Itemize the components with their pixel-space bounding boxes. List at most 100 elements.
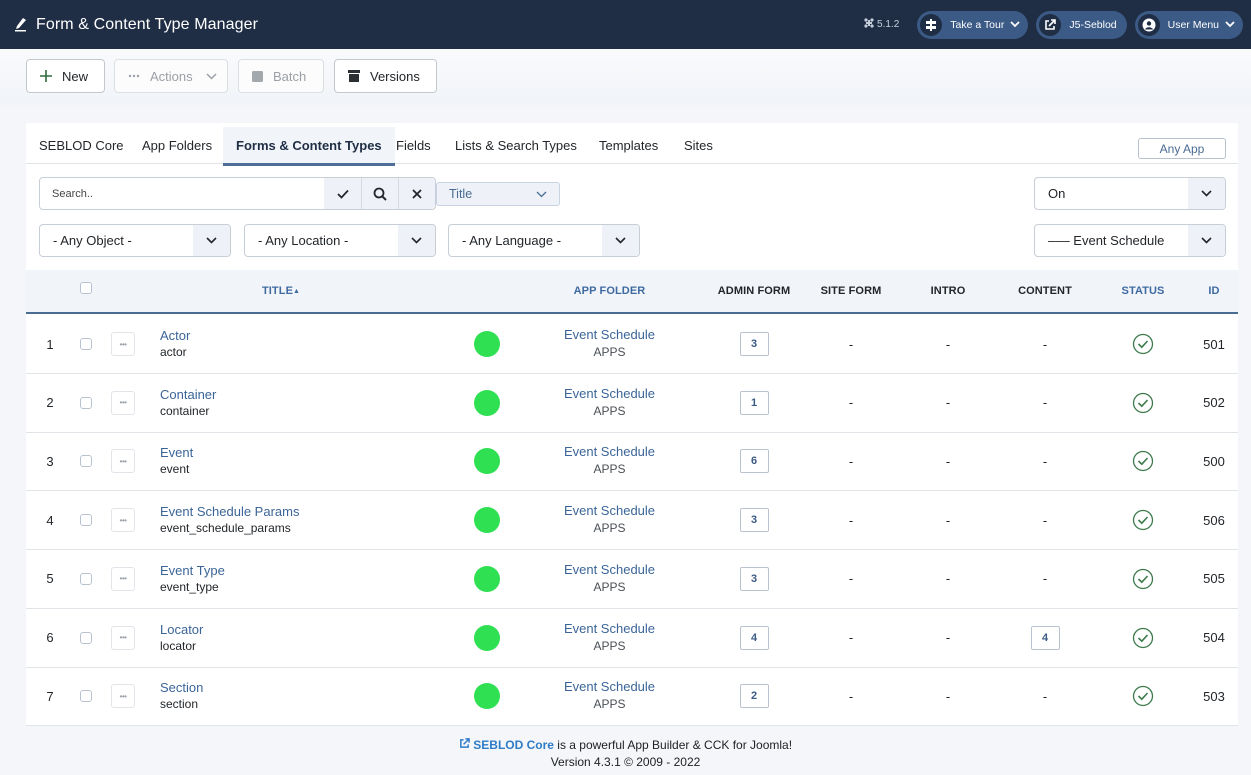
admin-form-count-badge[interactable]: 6 [739, 449, 769, 474]
tab-seblod-core[interactable]: SEBLOD Core [26, 127, 137, 164]
ellipsis-icon: ••• [119, 574, 127, 584]
actions-button[interactable]: Actions [114, 59, 228, 93]
square-icon [252, 70, 263, 82]
row-title-link[interactable]: Actor [160, 327, 190, 344]
top-header: Form & Content Type Manager 5.1.2 Take a… [0, 0, 1251, 49]
published-check-icon[interactable] [1132, 392, 1154, 414]
published-check-icon[interactable] [1132, 450, 1154, 472]
admin-form-count-badge[interactable]: 3 [739, 508, 769, 533]
table-header: TITLE ▲ APP FOLDER ADMIN FORM SITE FORM I… [26, 270, 1238, 314]
apply-search-button[interactable] [324, 178, 361, 209]
row-checkbox[interactable] [80, 572, 92, 585]
column-content: CONTENT [1018, 285, 1072, 297]
row-checkbox[interactable] [80, 631, 92, 644]
row-actions-button[interactable]: ••• [111, 625, 135, 650]
row-checkbox[interactable] [80, 338, 92, 350]
any-app-button[interactable]: Any App [1138, 138, 1226, 159]
chevron-down-icon [398, 225, 435, 256]
column-status[interactable]: STATUS [1110, 270, 1176, 312]
published-check-icon[interactable] [1132, 333, 1154, 355]
row-checkbox[interactable] [80, 690, 92, 703]
app-folder-link[interactable]: Event Schedule [564, 678, 655, 695]
row-actions-button[interactable]: ••• [111, 684, 135, 709]
language-select[interactable]: - Any Language - [448, 224, 640, 257]
tab-sites[interactable]: Sites [671, 127, 726, 164]
published-check-icon[interactable] [1132, 568, 1154, 590]
tab-forms-content-types[interactable]: Forms & Content Types [223, 127, 395, 166]
admin-form-count-badge[interactable]: 3 [739, 566, 769, 591]
seblod-core-link[interactable]: SEBLOD Core [459, 738, 554, 752]
location-select[interactable]: - Any Location - [244, 224, 436, 257]
site-link-button[interactable]: J5-Seblod [1036, 10, 1127, 39]
admin-form-count-badge[interactable]: 3 [739, 332, 769, 356]
state-select[interactable]: On [1034, 177, 1226, 210]
content-cell: - [1042, 395, 1048, 411]
admin-form-cell: 2 [731, 667, 777, 725]
app-folder-parent: APPS [593, 462, 626, 477]
content-cell: 4 [1022, 609, 1068, 667]
row-id: 503 [1203, 688, 1225, 704]
app-folder-link[interactable]: Event Schedule [564, 443, 655, 460]
row-title-link[interactable]: Event Type [160, 562, 225, 579]
external-link-icon [460, 738, 470, 748]
row-actions-button[interactable]: ••• [111, 390, 135, 415]
row-checkbox[interactable] [80, 396, 92, 409]
row-actions-button[interactable]: ••• [111, 332, 135, 356]
tab-templates[interactable]: Templates [586, 127, 671, 164]
ellipsis-icon [128, 74, 140, 78]
row-actions-button[interactable]: ••• [111, 508, 135, 533]
published-check-icon[interactable] [1132, 509, 1154, 531]
row-number: 2 [46, 395, 54, 411]
app-folder-link[interactable]: Event Schedule [564, 385, 655, 402]
table-row: 6 ••• Locator locator Event Schedule APPS 4 - - 4… [26, 609, 1238, 668]
app-folder-link[interactable]: Event Schedule [564, 620, 655, 637]
take-tour-button[interactable]: Take a Tour [917, 10, 1029, 39]
content-count-badge[interactable]: 4 [1030, 625, 1060, 650]
row-title-link[interactable]: Section [160, 679, 203, 696]
row-actions-button[interactable]: ••• [111, 566, 135, 591]
app-folder-link[interactable]: Event Schedule [564, 326, 655, 343]
row-number: 4 [46, 512, 54, 528]
row-id: 500 [1203, 453, 1225, 469]
admin-form-count-badge[interactable]: 4 [739, 625, 769, 650]
app-folder-link[interactable]: Event Schedule [564, 561, 655, 578]
versions-button[interactable]: Versions [334, 59, 437, 93]
site-form-cell: - [848, 336, 854, 352]
select-all-checkbox[interactable] [80, 282, 92, 294]
row-title-link[interactable]: Locator [160, 621, 203, 638]
ellipsis-icon: ••• [119, 515, 127, 525]
chevron-down-icon [536, 191, 547, 198]
object-select[interactable]: - Any Object - [39, 224, 231, 257]
tab-fields[interactable]: Fields [383, 127, 444, 164]
column-app-folder[interactable]: APP FOLDER [546, 270, 673, 312]
column-id[interactable]: ID [1196, 270, 1232, 312]
row-name: container [160, 403, 210, 418]
chevron-down-icon [1225, 21, 1235, 28]
admin-form-count-badge[interactable]: 1 [739, 390, 769, 415]
batch-button[interactable]: Batch [238, 59, 324, 93]
app-folder-select[interactable]: ––– Event Schedule [1034, 224, 1226, 257]
published-check-icon[interactable] [1132, 627, 1154, 649]
archive-icon [348, 70, 360, 82]
clear-search-button[interactable] [398, 178, 435, 209]
row-checkbox[interactable] [80, 514, 92, 527]
user-menu-button[interactable]: User Menu [1134, 10, 1243, 39]
admin-form-count-badge[interactable]: 2 [739, 684, 769, 709]
row-title-link[interactable]: Container [160, 386, 216, 403]
tab-lists-search-types[interactable]: Lists & Search Types [442, 127, 590, 164]
signpost-icon [920, 13, 943, 36]
search-field-select[interactable]: Title [436, 182, 560, 206]
column-title[interactable]: TITLE ▲ [226, 270, 336, 312]
row-title-link[interactable]: Event [160, 444, 193, 461]
tab-app-folders[interactable]: App Folders [129, 127, 225, 164]
published-check-icon[interactable] [1132, 685, 1154, 707]
search-input[interactable]: Search.. [40, 188, 324, 200]
row-title-link[interactable]: Event Schedule Params [160, 503, 299, 520]
row-checkbox[interactable] [80, 455, 92, 468]
row-actions-button[interactable]: ••• [111, 449, 135, 474]
row-id: 504 [1203, 630, 1225, 645]
admin-form-cell: 3 [731, 315, 777, 373]
app-folder-link[interactable]: Event Schedule [564, 502, 655, 519]
search-button[interactable] [361, 178, 398, 209]
new-button[interactable]: New [26, 59, 105, 93]
